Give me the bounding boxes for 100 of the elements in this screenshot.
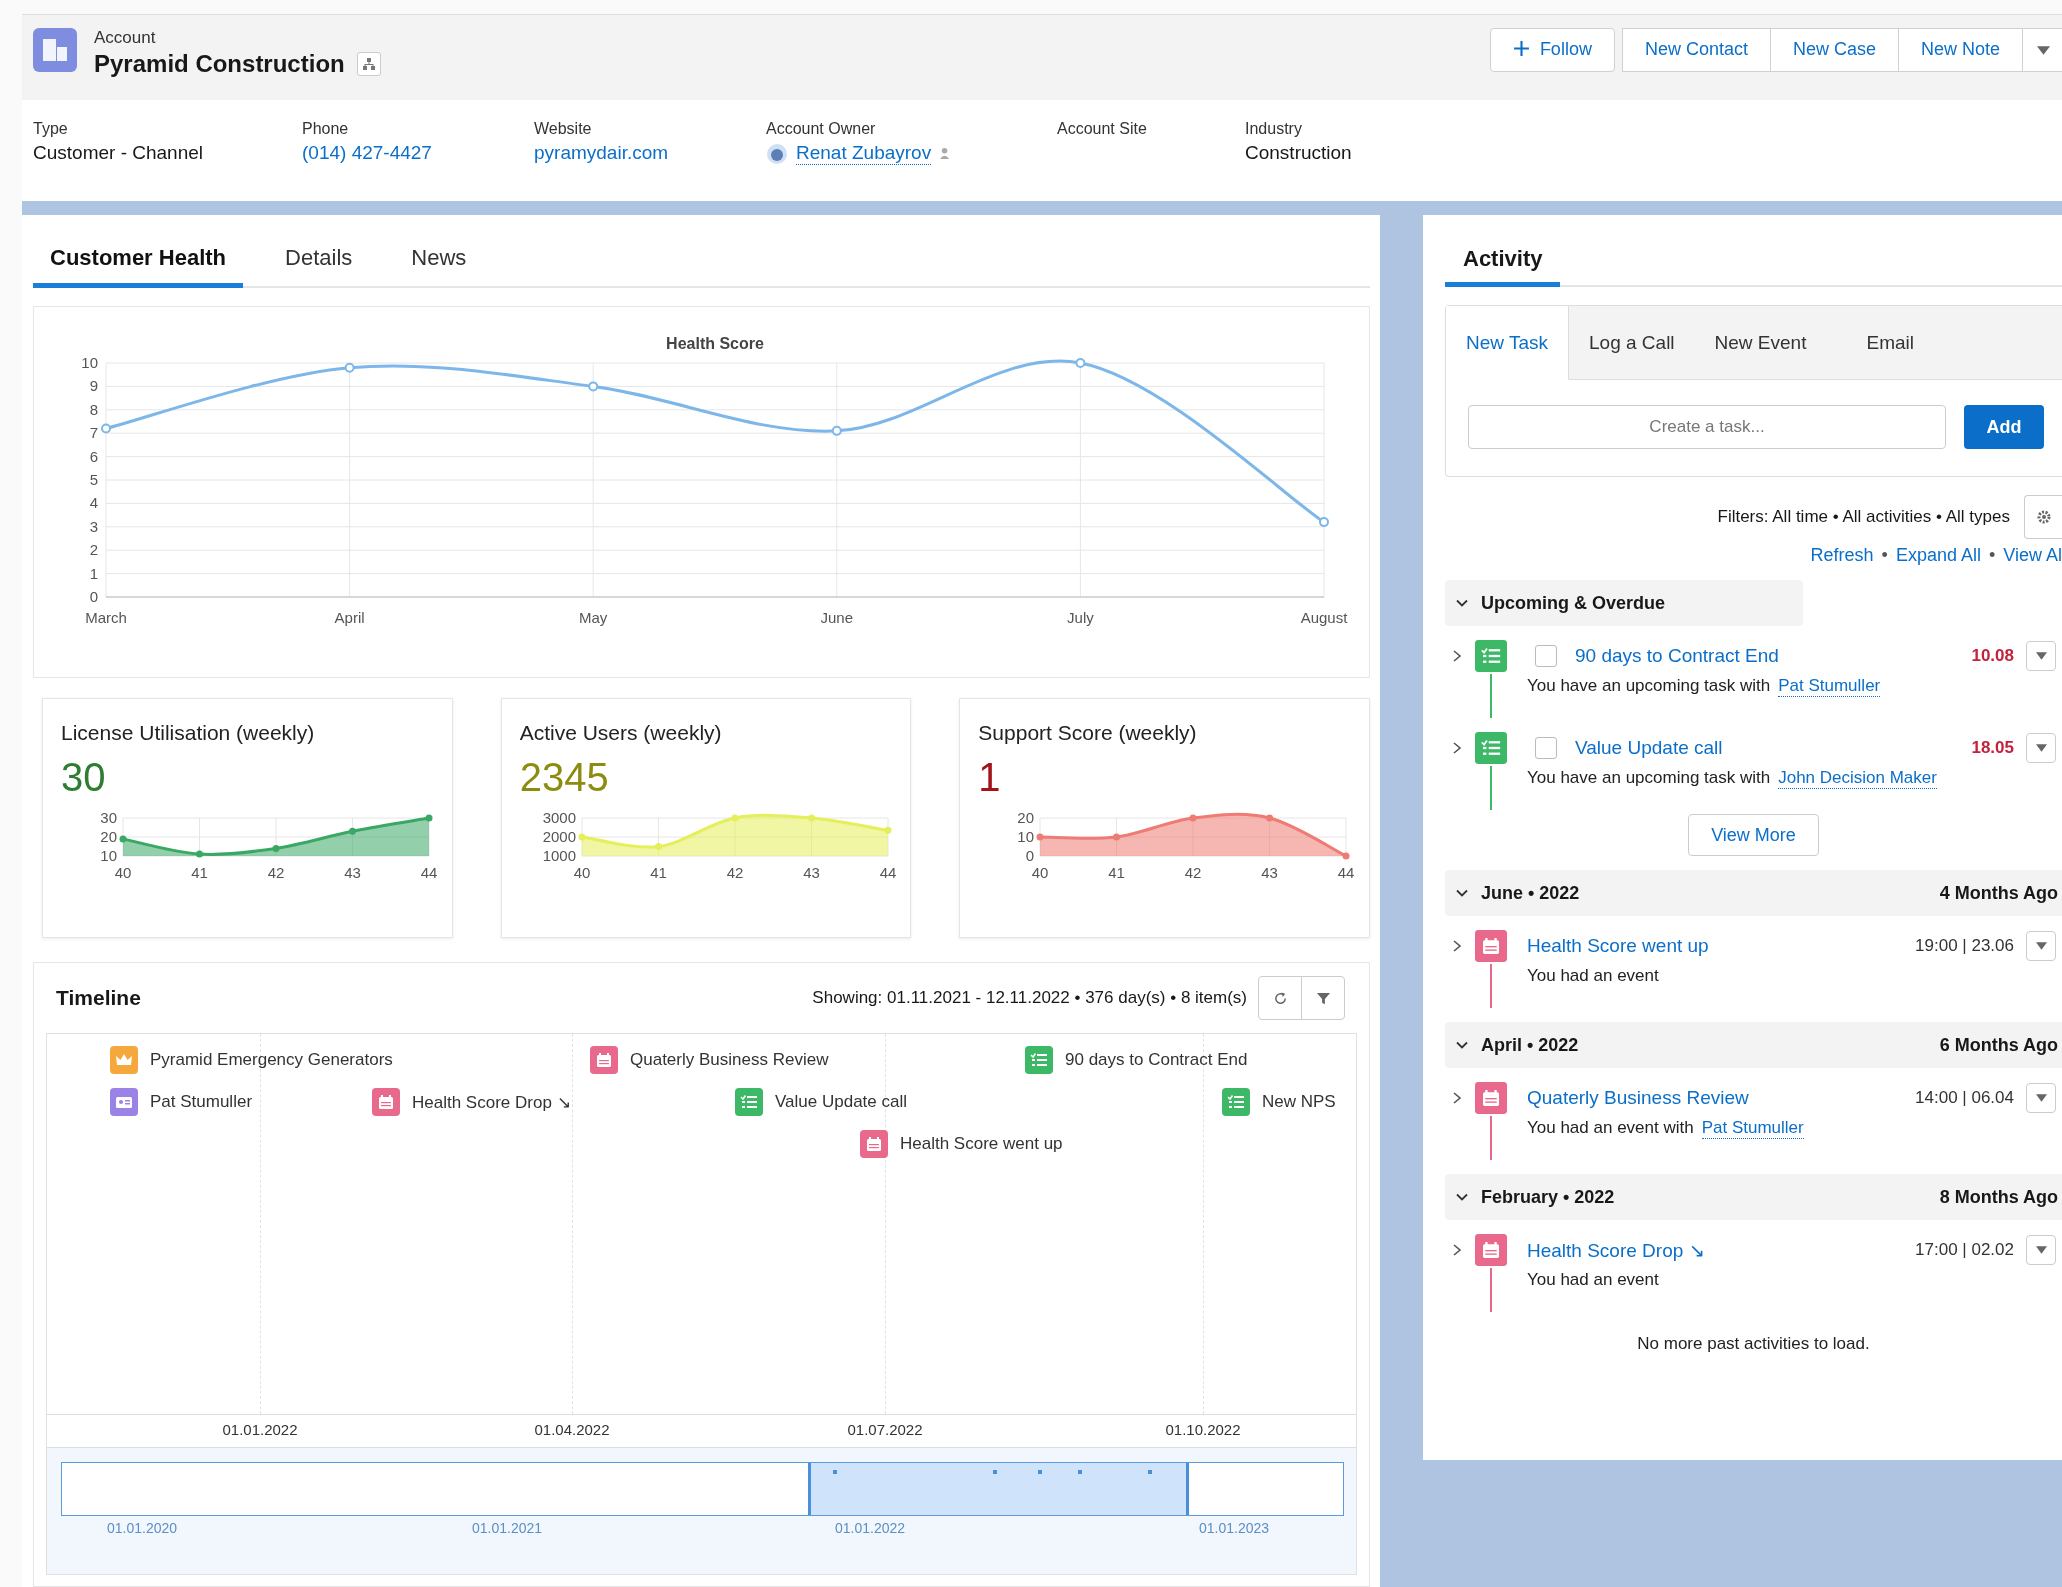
activity-title[interactable]: Quaterly Business Review — [1527, 1087, 1904, 1109]
owner-link[interactable]: Renat Zubayrov — [796, 142, 932, 165]
axis-label: 01.01.2022 — [222, 1421, 298, 1438]
data-point — [349, 827, 356, 835]
end-of-list-message: No more past activities to load. — [1636, 1334, 1871, 1354]
refresh-icon — [1272, 990, 1288, 1006]
expand-icon[interactable] — [1451, 1243, 1463, 1257]
axis-label: 01.07.2022 — [847, 1421, 923, 1438]
settings-button[interactable] — [2024, 495, 2062, 539]
data-point — [578, 833, 586, 841]
timeline-item[interactable]: Health Score went up — [900, 1134, 1063, 1154]
person-link[interactable]: Pat Stumuller — [1778, 676, 1881, 697]
activity-description: You had an event with — [1527, 1118, 1694, 1138]
expand-icon[interactable] — [1451, 939, 1463, 953]
contact-card-icon — [110, 1088, 138, 1116]
activity-link[interactable]: View Al — [2003, 545, 2062, 566]
timeline-item[interactable]: Value Update call — [775, 1092, 907, 1112]
action-button[interactable]: New Contact — [1621, 27, 1771, 72]
calendar-icon — [372, 1088, 400, 1116]
relative-time: 8 Months Ago — [1939, 1186, 2058, 1208]
action-button[interactable]: New Case — [1769, 27, 1899, 72]
timeline-item[interactable]: Health Score Drop ↘ — [412, 1091, 571, 1113]
axis-label: 01.01.2023 — [1199, 1520, 1270, 1536]
checkbox[interactable] — [1535, 645, 1557, 667]
task-input[interactable]: Create a task... — [1468, 405, 1946, 449]
composer-tab[interactable]: New Task — [1446, 306, 1569, 380]
axis-label: 43 — [802, 864, 820, 881]
item-menu-button[interactable] — [2026, 733, 2056, 763]
timeline-item[interactable]: 90 days to Contract End — [1065, 1050, 1248, 1070]
task-list-icon — [1475, 732, 1507, 764]
activity-title[interactable]: 90 days to Contract End — [1575, 645, 1960, 667]
tab[interactable]: Details — [268, 245, 370, 288]
person-link[interactable]: John Decision Maker — [1778, 768, 1937, 789]
section-title: Upcoming & Overdue — [1481, 592, 1667, 614]
follow-button[interactable]: Follow — [1489, 27, 1615, 72]
separator-dot: • — [1989, 545, 1996, 566]
tab[interactable]: News — [394, 245, 484, 288]
metric-title: Active Users (weekly) — [519, 721, 723, 745]
action-button[interactable]: New Note — [1897, 27, 2023, 72]
caret-icon — [2035, 1094, 2047, 1102]
view-more-button[interactable]: View More — [1688, 814, 1819, 856]
timeline-title: Timeline — [55, 986, 141, 1010]
data-point — [1075, 358, 1086, 368]
axis-tick: 20 — [100, 828, 117, 845]
task-list-icon — [1222, 1088, 1250, 1116]
composer-tab[interactable]: Log a Call — [1569, 306, 1695, 380]
avatar-icon — [766, 142, 788, 165]
relative-time: 6 Months Ago — [1939, 1034, 2058, 1056]
activity-description: You had an event — [1527, 966, 1659, 986]
more-actions-button[interactable] — [2022, 27, 2062, 72]
activity-link[interactable]: Refresh — [1810, 545, 1874, 566]
data-point — [101, 423, 111, 434]
caret-icon — [2035, 1246, 2047, 1254]
expand-icon[interactable] — [1451, 741, 1463, 755]
timeline-item[interactable]: Pyramid Emergency Generators — [150, 1050, 393, 1070]
timeline-item[interactable]: Quaterly Business Review — [630, 1050, 829, 1070]
expand-icon[interactable] — [1451, 649, 1463, 663]
refresh-button[interactable] — [1258, 976, 1302, 1020]
section-header[interactable]: June • 2022 4 Months Ago — [1445, 870, 2062, 916]
checkbox[interactable] — [1535, 737, 1557, 759]
section-title: February • 2022 — [1481, 1186, 1616, 1208]
section-header[interactable]: April • 2022 6 Months Ago — [1445, 1022, 2062, 1068]
range-navigator[interactable] — [61, 1462, 1344, 1516]
timeline-item[interactable]: Pat Stumuller — [150, 1092, 253, 1112]
axis-tick: 10 — [1017, 828, 1035, 845]
activity-date: 17:00 | 02.02 — [1915, 1240, 2014, 1260]
section-header[interactable]: February • 2022 8 Months Ago — [1445, 1174, 2062, 1220]
axis-tick: 4 — [89, 494, 98, 512]
activity-tab[interactable]: Activity — [1445, 246, 1561, 287]
activity-title[interactable]: Health Score went up — [1527, 935, 1904, 957]
activity-link[interactable]: Expand All — [1895, 545, 1981, 566]
field-value: Customer - Channel — [33, 142, 205, 164]
data-point — [654, 843, 662, 850]
axis-label: 42 — [1185, 864, 1202, 881]
tab[interactable]: Customer Health — [33, 245, 244, 288]
item-menu-button[interactable] — [2026, 1235, 2056, 1265]
hierarchy-button[interactable] — [356, 51, 381, 76]
section-header[interactable]: Upcoming & Overdue — [1445, 580, 1803, 626]
person-link[interactable]: Pat Stumuller — [1701, 1118, 1804, 1139]
timeline-item[interactable]: New NPS — [1262, 1092, 1336, 1112]
item-menu-button[interactable] — [2026, 641, 2056, 671]
expand-icon[interactable] — [1451, 1091, 1463, 1105]
filter-button[interactable] — [1301, 976, 1345, 1020]
field-link[interactable]: (014) 427-4427 — [302, 142, 534, 164]
activity-title[interactable]: Value Update call — [1575, 737, 1960, 759]
field-link[interactable]: pyramydair.com — [534, 142, 766, 164]
object-type: Account — [94, 27, 157, 48]
activity-title[interactable]: Health Score Drop ↘ — [1527, 1238, 1904, 1262]
relative-time: 4 Months Ago — [1939, 882, 2058, 904]
item-menu-button[interactable] — [2026, 931, 2056, 961]
axis-tick: 6 — [89, 447, 98, 465]
composer-tab[interactable]: New Event — [1694, 306, 1847, 380]
axis-tick: 5 — [89, 471, 98, 488]
add-button[interactable]: Add — [1964, 405, 2044, 449]
axis-tick: 9 — [89, 377, 98, 395]
axis-tick: 2000 — [542, 828, 576, 845]
item-menu-button[interactable] — [2026, 1083, 2056, 1113]
axis-label: 44 — [1338, 864, 1355, 881]
composer-tab[interactable]: Email — [1846, 306, 1934, 380]
task-list-icon — [1025, 1046, 1053, 1074]
